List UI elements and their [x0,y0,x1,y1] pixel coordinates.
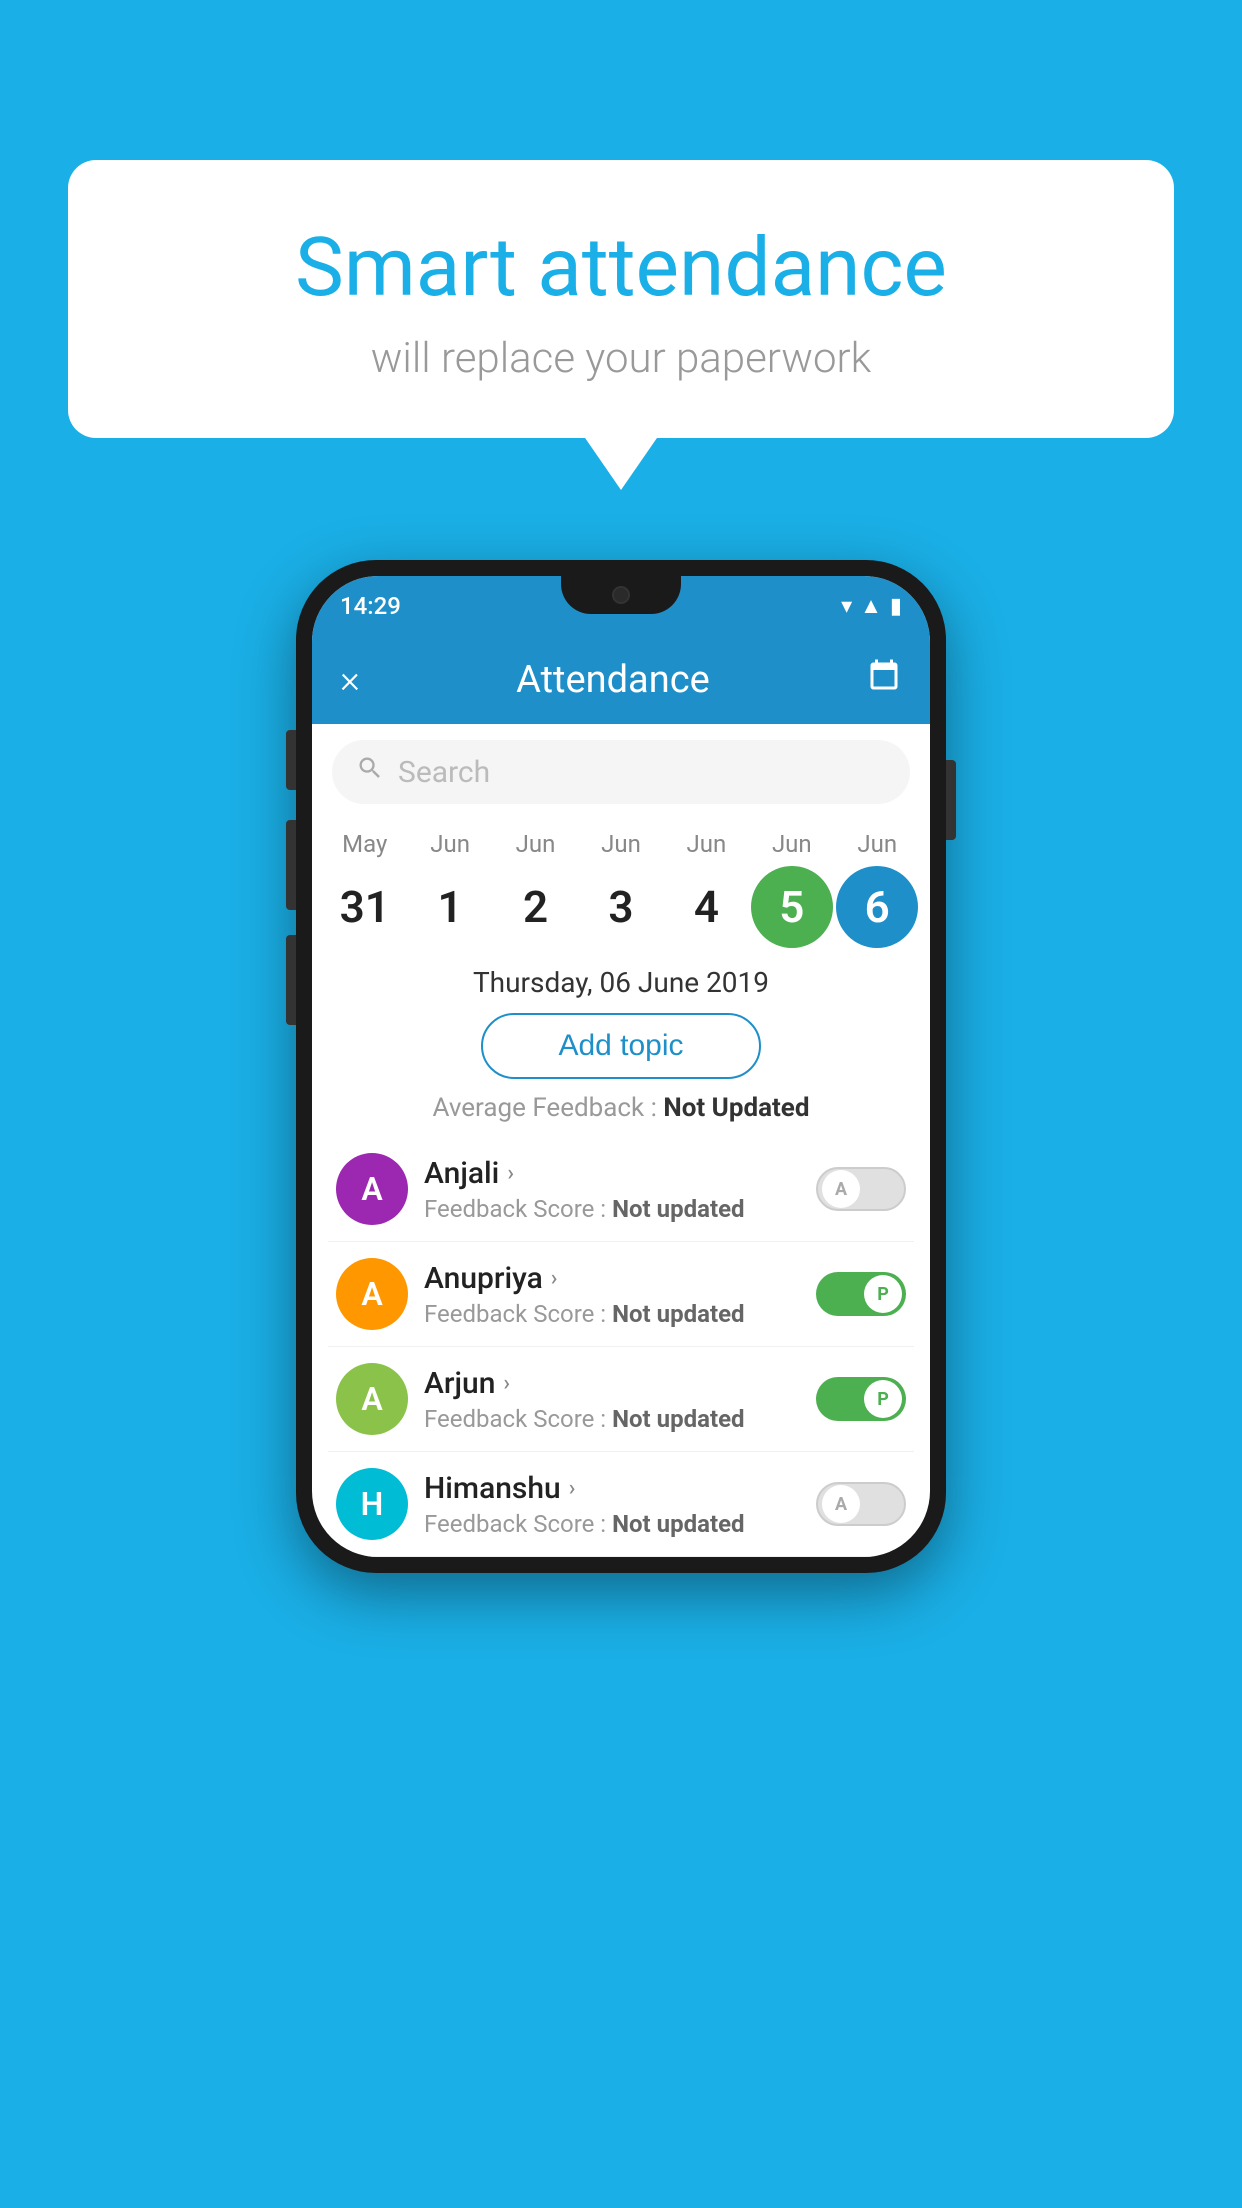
student-name: Himanshu › [424,1471,800,1506]
avg-feedback-label: Average Feedback : [433,1093,657,1123]
student-feedback: Feedback Score : Not updated [424,1510,800,1538]
toggle-knob: P [864,1380,902,1418]
student-list: AAnjali ›Feedback Score : Not updatedAAA… [312,1137,930,1557]
calendar-date[interactable]: 2 [495,866,577,948]
speech-bubble: Smart attendance will replace your paper… [68,160,1174,438]
signal-icon: ▲ [860,593,882,619]
avg-feedback-value: Not Updated [663,1093,809,1123]
mute-button [286,730,296,790]
volume-down-button [286,935,296,1025]
bubble-subtitle: will replace your paperwork [118,334,1124,383]
calendar-date[interactable]: 4 [665,866,747,948]
battery-icon: ▮ [890,594,902,619]
student-feedback: Feedback Score : Not updated [424,1195,800,1223]
calendar-month: May [342,830,387,858]
speech-bubble-container: Smart attendance will replace your paper… [68,160,1174,438]
toggle-knob: P [864,1275,902,1313]
chevron-icon: › [569,1476,576,1501]
calendar-day[interactable]: Jun 4 [665,830,747,948]
calendar-date[interactable]: 6 [836,866,918,948]
selected-date: Thursday, 06 June 2019 [312,966,930,999]
phone-outer: 14:29 ▾ ▲ ▮ × Attendance [296,560,946,1573]
calendar-month: Jun [857,830,897,858]
calendar-day[interactable]: Jun 1 [409,830,491,948]
calendar-month: Jun [601,830,641,858]
calendar-month: Jun [430,830,470,858]
attendance-toggle[interactable]: P [816,1377,906,1421]
avg-feedback: Average Feedback : Not Updated [312,1093,930,1123]
calendar-month: Jun [687,830,727,858]
avatar: H [336,1468,408,1540]
attendance-toggle[interactable]: P [816,1272,906,1316]
chevron-icon: › [551,1266,558,1291]
calendar-month: Jun [772,830,812,858]
attendance-toggle[interactable]: A [816,1167,906,1211]
calendar-date[interactable]: 1 [409,866,491,948]
chevron-icon: › [503,1371,510,1396]
student-info: Himanshu › Feedback Score : Not updated [424,1471,800,1538]
calendar-day[interactable]: Jun 5 [751,830,833,948]
student-feedback: Feedback Score : Not updated [424,1405,800,1433]
status-time: 14:29 [340,592,401,620]
toggle-knob: A [822,1485,860,1523]
toggle-knob: A [822,1170,860,1208]
search-icon [356,754,384,790]
student-info: Arjun › Feedback Score : Not updated [424,1366,800,1433]
notch [561,576,681,614]
add-topic-button[interactable]: Add topic [481,1013,761,1079]
wifi-icon: ▾ [841,594,852,619]
calendar-month: Jun [516,830,556,858]
student-row[interactable]: A Arjun › Feedback Score : Not updated P [328,1347,914,1452]
calendar-day[interactable]: Jun 2 [495,830,577,948]
student-name: Arjun › [424,1366,800,1401]
calendar-date[interactable]: 31 [324,866,406,948]
calendar-day[interactable]: Jun 6 [836,830,918,948]
volume-up-button [286,820,296,910]
calendar-date[interactable]: 5 [751,866,833,948]
student-row[interactable]: A Anupriya › Feedback Score : Not updated P [328,1242,914,1347]
power-button [946,760,956,840]
calendar-day[interactable]: Jun 3 [580,830,662,948]
calendar-day[interactable]: May 31 [324,830,406,948]
phone-mockup: 14:29 ▾ ▲ ▮ × Attendance [296,560,946,1573]
status-bar: 14:29 ▾ ▲ ▮ [312,576,930,636]
calendar-date[interactable]: 3 [580,866,662,948]
calendar-icon[interactable] [866,658,902,703]
app-bar-title: Attendance [380,658,846,702]
avatar: A [336,1258,408,1330]
student-feedback: Feedback Score : Not updated [424,1300,800,1328]
calendar-strip: May 31 Jun 1 Jun 2 Jun 3 Jun 4 Jun 5 Jun 6 [312,820,930,948]
camera [612,586,630,604]
bubble-title: Smart attendance [118,220,1124,316]
phone-screen: 14:29 ▾ ▲ ▮ × Attendance [312,576,930,1557]
app-bar: × Attendance [312,636,930,724]
search-input[interactable]: Search [398,755,490,790]
avatar: A [336,1363,408,1435]
avatar: A [336,1153,408,1225]
student-row[interactable]: H Himanshu › Feedback Score : Not updated A [328,1452,914,1557]
student-name: Anupriya › [424,1261,800,1296]
student-name: Anjali › [424,1156,800,1191]
search-bar[interactable]: Search [332,740,910,804]
close-button[interactable]: × [340,658,360,702]
status-icons: ▾ ▲ ▮ [841,593,902,619]
student-row[interactable]: A Anjali › Feedback Score : Not updated A [328,1137,914,1242]
student-info: Anjali › Feedback Score : Not updated [424,1156,800,1223]
student-info: Anupriya › Feedback Score : Not updated [424,1261,800,1328]
attendance-toggle[interactable]: A [816,1482,906,1526]
chevron-icon: › [507,1161,514,1186]
